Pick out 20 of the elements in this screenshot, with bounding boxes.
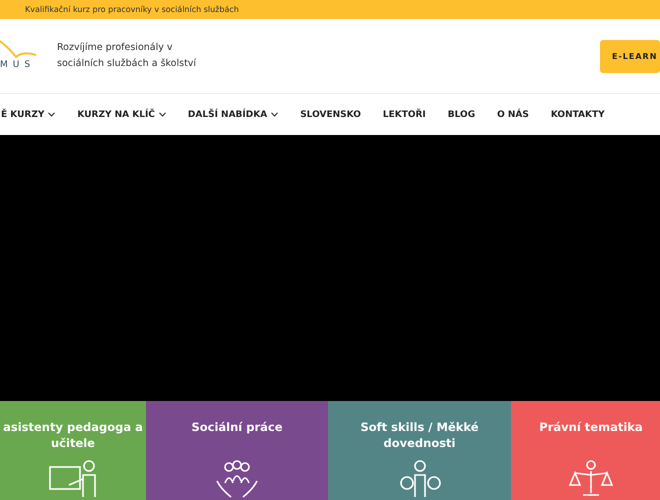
category-tile[interactable]: Sociální práce: [146, 401, 328, 500]
nav-link[interactable]: LEKTOŘI: [382, 110, 426, 120]
category-tile[interactable]: Soft skills / Měkké dovednosti: [328, 401, 511, 500]
logo-text: MUS: [0, 60, 36, 70]
logo-swoosh-icon: [0, 40, 37, 58]
teacher-icon: [47, 459, 99, 499]
nav-link[interactable]: BLOG: [448, 110, 476, 120]
category-title: Soft skills / Měkké dovednosti: [359, 419, 480, 452]
nav-link[interactable]: DALŠÍ NABÍDKA: [188, 110, 278, 120]
nav-link[interactable]: KURZY NA KLÍČ: [77, 110, 166, 120]
e-learning-button[interactable]: E-LEARN: [600, 40, 660, 72]
nav-link[interactable]: Ě KURZY: [1, 110, 56, 120]
category-title: asistenty pedagoga a učitele: [2, 419, 144, 452]
nav-link[interactable]: O NÁS: [497, 110, 529, 120]
nav-link[interactable]: SLOVENSKO: [300, 110, 361, 120]
category-title: Sociální práce: [190, 419, 284, 436]
tagline: Rozvíjíme profesionály v sociálních službách a školství: [57, 41, 197, 71]
top-bar-text: Kvalifikační kurz pro pracovníky v sociálních službách: [25, 5, 239, 14]
category-title: Právní tematika: [538, 419, 644, 436]
nav-link[interactable]: KONTAKTY: [550, 110, 605, 120]
